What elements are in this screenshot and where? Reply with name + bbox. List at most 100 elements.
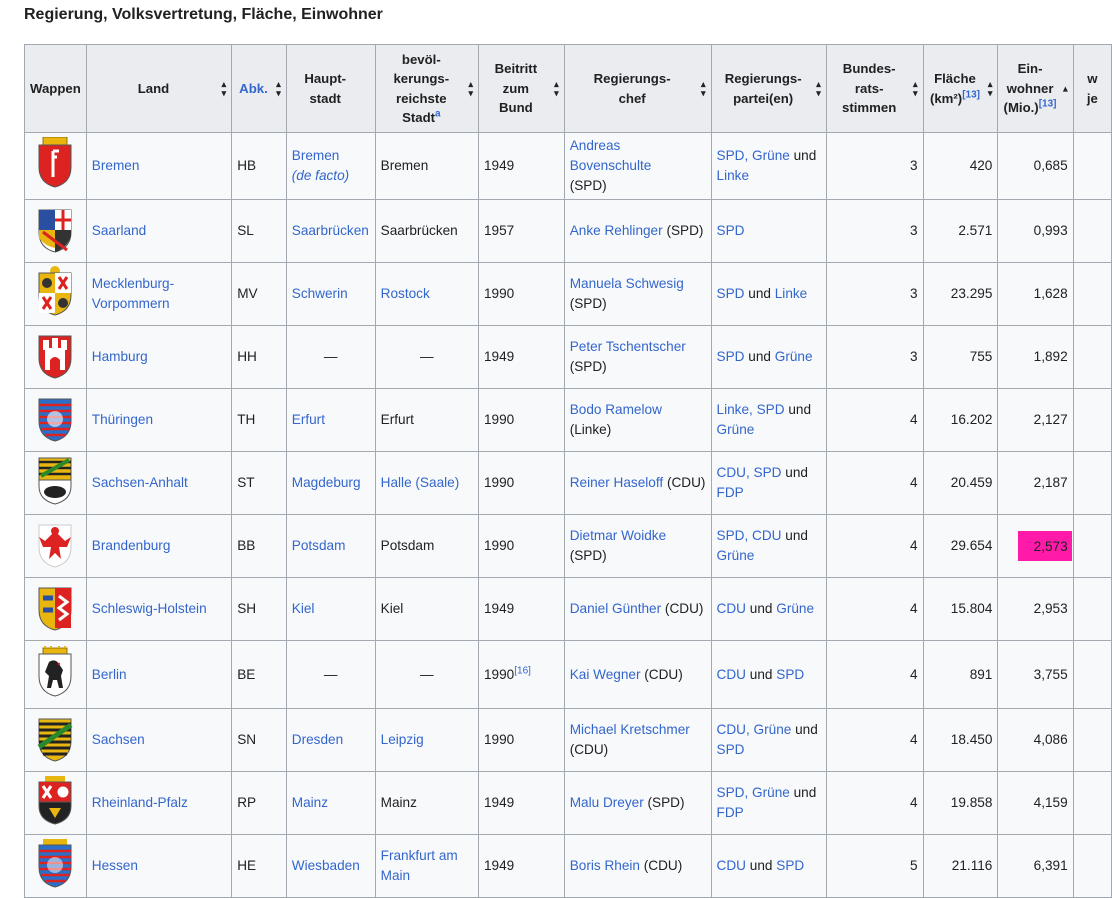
party-link[interactable]: SPD	[717, 742, 745, 757]
coat-of-arms-icon[interactable]	[24, 834, 87, 898]
coat-of-arms-icon[interactable]	[24, 771, 87, 835]
col-header-chef[interactable]: Regierungs-chef ▴ ▾	[563, 44, 712, 133]
sort-icon[interactable]: ▴ ▾	[222, 79, 227, 98]
sort-icon[interactable]: ▴ ▾	[468, 79, 473, 98]
capital-link[interactable]: Potsdam	[292, 538, 346, 553]
state-link[interactable]: Rheinland-Pfalz	[92, 795, 188, 810]
coat-of-arms-icon[interactable]	[24, 640, 87, 709]
person-link[interactable]: Bodo Ramelow	[570, 402, 662, 417]
state-link[interactable]: Mecklenburg-Vorpommern	[92, 276, 174, 311]
party-link[interactable]: SPD, Grüne	[717, 148, 790, 163]
sort-icon[interactable]: ▴ ▾	[276, 79, 281, 98]
capital-link[interactable]: Schwerin	[292, 286, 348, 301]
sort-icon[interactable]: ▴ ▾	[554, 79, 559, 98]
sort-icon[interactable]: ▴ ▾	[913, 79, 918, 98]
col-header-next[interactable]: w je	[1072, 44, 1112, 133]
cell-beitritt: 1990[16]	[478, 640, 565, 709]
coat-of-arms-icon[interactable]	[24, 325, 87, 389]
state-link[interactable]: Berlin	[92, 667, 127, 682]
capital-link[interactable]: Wiesbaden	[292, 858, 360, 873]
coat-of-arms-icon[interactable]	[24, 451, 87, 515]
capital-link[interactable]: Dresden	[292, 732, 343, 747]
capital-link[interactable]: Saarbrücken	[292, 223, 369, 238]
party-link[interactable]: SPD	[717, 349, 745, 364]
party-link[interactable]: SPD	[717, 286, 745, 301]
city-link[interactable]: Halle (Saale)	[381, 475, 460, 490]
state-link[interactable]: Hamburg	[92, 349, 148, 364]
col-header-stadt[interactable]: bevöl-kerungs-reichste Stadta ▴ ▾	[374, 44, 480, 133]
party-link[interactable]: SPD	[717, 223, 745, 238]
state-link[interactable]: Schleswig-Holstein	[92, 601, 207, 616]
col-header-partei[interactable]: Regierungs-partei(en) ▴ ▾	[710, 44, 827, 133]
person-link[interactable]: Dietmar Woidke	[570, 528, 666, 543]
party-link[interactable]: SPD	[776, 667, 804, 682]
party-link[interactable]: CDU, Grüne	[717, 722, 792, 737]
sort-icon[interactable]: ▴ ▾	[701, 79, 706, 98]
capital-link[interactable]: Mainz	[292, 795, 328, 810]
coat-of-arms-icon[interactable]	[24, 262, 87, 326]
state-link[interactable]: Saarland	[92, 223, 146, 238]
person-link[interactable]: Anke Rehlinger	[570, 223, 663, 238]
party-link[interactable]: Grüne	[776, 601, 814, 616]
party-link[interactable]: CDU, SPD	[717, 465, 782, 480]
person-link[interactable]: Reiner Haseloff	[570, 475, 663, 490]
reference-link[interactable]: [13]	[962, 89, 980, 100]
col-header-einwohner[interactable]: Ein-wohner (Mio.)[13] ▴	[997, 44, 1074, 133]
col-header-abk[interactable]: Abk. ▴ ▾	[231, 44, 287, 133]
col-header-hauptstadt[interactable]: Haupt-stadt	[285, 44, 376, 133]
party-link[interactable]: CDU	[717, 601, 746, 616]
capital-link[interactable]: Kiel	[292, 601, 315, 616]
person-link[interactable]: Manuela Schwesig	[570, 276, 684, 291]
coat-of-arms-icon[interactable]	[24, 577, 87, 641]
party-link[interactable]: SPD, Grüne	[717, 785, 790, 800]
party-link[interactable]: Linke, SPD	[717, 402, 785, 417]
coat-of-arms-icon[interactable]	[24, 199, 87, 263]
party-link[interactable]: SPD, CDU	[717, 528, 782, 543]
party-link[interactable]: CDU	[717, 667, 746, 682]
person-link[interactable]: Michael Kretschmer	[570, 722, 690, 737]
reference-link[interactable]: [16]	[514, 665, 531, 676]
person-link[interactable]: Andreas Bovenschulte	[570, 138, 652, 173]
capital-link[interactable]: Erfurt	[292, 412, 325, 427]
party-link[interactable]: Linke	[717, 168, 750, 183]
person-link[interactable]: Kai Wegner	[570, 667, 641, 682]
person-link[interactable]: Daniel Günther	[570, 601, 661, 616]
party-link[interactable]: Grüne	[775, 349, 813, 364]
coat-of-arms-icon[interactable]	[24, 388, 87, 452]
coat-of-arms-icon[interactable]	[24, 708, 87, 772]
coat-of-arms-icon[interactable]	[24, 132, 87, 200]
person-link[interactable]: Malu Dreyer	[570, 795, 644, 810]
city-link[interactable]: Frankfurt am Main	[381, 848, 458, 883]
capital-link[interactable]: Magdeburg	[292, 475, 361, 490]
party-link[interactable]: Grüne	[717, 422, 755, 437]
party-link[interactable]: FDP	[717, 805, 744, 820]
coat-of-arms-icon[interactable]	[24, 514, 87, 578]
state-link[interactable]: Sachsen	[92, 732, 145, 747]
city-link[interactable]: Leipzig	[381, 732, 424, 747]
party-link[interactable]: Linke	[775, 286, 808, 301]
party-link[interactable]: CDU	[717, 858, 746, 873]
capital-link[interactable]: Bremen	[292, 148, 340, 163]
col-header-flaeche[interactable]: Fläche (km²)[13] ▴ ▾	[922, 44, 999, 133]
person-link[interactable]: Peter Tschentscher	[570, 339, 686, 354]
de-facto-link[interactable]: (de facto)	[292, 168, 349, 183]
city-link[interactable]: Rostock	[381, 286, 430, 301]
col-header-land[interactable]: Land ▴ ▾	[85, 44, 233, 133]
reference-link[interactable]: [13]	[1039, 99, 1057, 110]
state-link[interactable]: Thüringen	[92, 412, 153, 427]
sort-icon[interactable]: ▴ ▾	[816, 79, 821, 98]
party-link[interactable]: SPD	[776, 858, 804, 873]
footnote-link[interactable]: a	[435, 109, 441, 120]
col-header-beitritt[interactable]: Beitritt zum Bund ▴ ▾	[478, 44, 565, 133]
cell-einwohner: 2,187	[997, 451, 1074, 515]
state-link[interactable]: Hessen	[92, 858, 138, 873]
col-header-stimmen[interactable]: Bundes-rats-stimmen ▴ ▾	[825, 44, 924, 133]
state-link[interactable]: Brandenburg	[92, 538, 171, 553]
person-link[interactable]: Boris Rhein	[570, 858, 640, 873]
party-link[interactable]: FDP	[717, 485, 744, 500]
state-link[interactable]: Bremen	[92, 158, 140, 173]
sort-icon[interactable]: ▴ ▾	[988, 79, 993, 98]
state-link[interactable]: Sachsen-Anhalt	[92, 475, 188, 490]
sort-ascending-icon[interactable]: ▴	[1063, 84, 1068, 93]
party-link[interactable]: Grüne	[717, 548, 755, 563]
